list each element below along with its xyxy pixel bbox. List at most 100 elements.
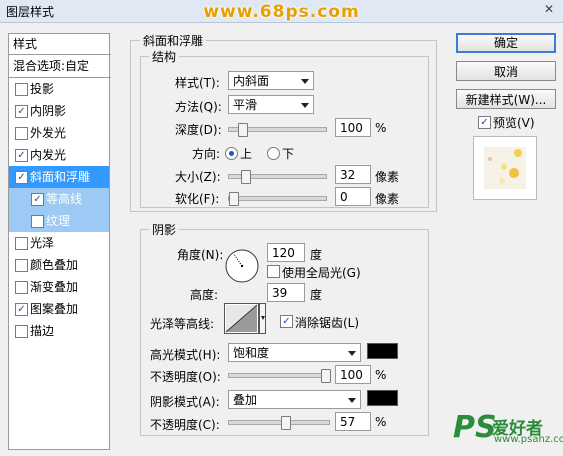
preview-label[interactable]: 预览(V) xyxy=(493,114,535,131)
shadow-opacity-input[interactable]: 57 xyxy=(335,412,371,431)
angle-dial[interactable] xyxy=(224,248,260,284)
depth-input[interactable]: 100 xyxy=(335,118,371,137)
style-item-10[interactable]: ✓ 图案叠加 xyxy=(9,298,109,320)
shadow-opacity-handle[interactable] xyxy=(281,416,291,430)
style-item-11[interactable]: 描边 xyxy=(9,320,109,342)
style-item-label: 外发光 xyxy=(30,126,67,140)
style-item-checkbox[interactable]: ✓ xyxy=(15,171,28,184)
style-item-label: 渐变叠加 xyxy=(30,280,79,294)
size-slider[interactable] xyxy=(228,170,327,184)
style-list-header[interactable]: 样式 xyxy=(9,34,111,55)
style-item-2[interactable]: 外发光 xyxy=(9,122,109,144)
title-bar: 图层样式 www.68ps.com ✕ xyxy=(0,0,563,23)
chevron-down-icon xyxy=(348,351,356,356)
shadow-opacity-unit: % xyxy=(375,415,387,429)
method-select[interactable]: 平滑 xyxy=(228,95,314,114)
shadow-mode-select[interactable]: 叠加 xyxy=(228,390,361,409)
gloss-contour-picker[interactable] xyxy=(224,303,266,334)
chevron-down-icon xyxy=(348,398,356,403)
style-item-checkbox[interactable] xyxy=(15,83,28,96)
style-select[interactable]: 内斜面 xyxy=(228,71,314,90)
blend-options-item[interactable]: 混合选项:自定 xyxy=(9,55,111,78)
highlight-mode-select[interactable]: 饱和度 xyxy=(228,343,361,362)
style-item-label: 描边 xyxy=(30,324,55,338)
style-item-1[interactable]: ✓ 内阴影 xyxy=(9,100,109,122)
style-item-checkbox[interactable]: ✓ xyxy=(31,193,44,206)
soften-input[interactable]: 0 xyxy=(335,187,371,206)
soften-slider-handle[interactable] xyxy=(229,192,239,206)
style-item-8[interactable]: 颜色叠加 xyxy=(9,254,109,276)
style-item-checkbox[interactable]: ✓ xyxy=(15,105,28,118)
new-style-button[interactable]: 新建样式(W)... xyxy=(456,89,556,109)
style-item-checkbox[interactable]: ✓ xyxy=(15,303,28,316)
style-item-7[interactable]: 光泽 xyxy=(9,232,109,254)
depth-slider-handle[interactable] xyxy=(238,123,248,137)
direction-up-radio[interactable] xyxy=(225,147,238,160)
shadow-mode-value: 叠加 xyxy=(233,393,258,407)
style-item-checkbox[interactable] xyxy=(15,325,28,338)
ok-button[interactable]: 确定 xyxy=(456,33,556,53)
size-slider-handle[interactable] xyxy=(241,170,251,184)
preview-checkbox[interactable]: ✓ xyxy=(478,116,491,129)
style-select-value: 内斜面 xyxy=(233,74,270,88)
preview-image xyxy=(484,147,526,189)
antialias-checkbox[interactable]: ✓ xyxy=(280,315,293,328)
size-input[interactable]: 32 xyxy=(335,165,371,184)
style-item-label: 内发光 xyxy=(30,148,67,162)
watermark-text: www.68ps.com xyxy=(203,2,360,22)
style-item-6[interactable]: 纹理 xyxy=(9,210,109,232)
style-item-4[interactable]: ✓ 斜面和浮雕 xyxy=(9,166,109,188)
global-light-label[interactable]: 使用全局光(G) xyxy=(282,264,361,281)
style-item-checkbox[interactable] xyxy=(31,215,44,228)
global-light-checkbox[interactable] xyxy=(267,265,280,278)
style-item-0[interactable]: 投影 xyxy=(9,78,109,100)
style-item-checkbox[interactable] xyxy=(15,281,28,294)
site-url: www.psahz.com xyxy=(494,434,563,445)
highlight-mode-value: 饱和度 xyxy=(233,346,270,360)
gloss-contour-label: 光泽等高线: xyxy=(150,317,215,331)
style-item-label: 纹理 xyxy=(46,214,71,228)
altitude-input[interactable]: 39 xyxy=(267,283,305,302)
chevron-down-icon xyxy=(301,79,309,84)
highlight-opacity-input[interactable]: 100 xyxy=(335,365,371,384)
style-item-3[interactable]: ✓ 内发光 xyxy=(9,144,109,166)
shadow-opacity-slider[interactable] xyxy=(228,416,330,430)
style-item-checkbox[interactable] xyxy=(15,259,28,272)
shadow-color-swatch[interactable] xyxy=(367,390,398,406)
chevron-down-icon xyxy=(301,103,309,108)
style-item-label: 投影 xyxy=(30,82,55,96)
preview-thumbnail xyxy=(473,136,537,200)
style-item-label: 内阴影 xyxy=(30,104,67,118)
highlight-opacity-slider[interactable] xyxy=(228,369,331,383)
cancel-button[interactable]: 取消 xyxy=(456,61,556,81)
style-item-9[interactable]: 渐变叠加 xyxy=(9,276,109,298)
highlight-mode-label: 高光模式(H): xyxy=(150,348,221,362)
highlight-opacity-handle[interactable] xyxy=(321,369,331,383)
soften-label: 软化(F): xyxy=(175,192,220,206)
depth-slider[interactable] xyxy=(228,123,327,137)
direction-down-label[interactable]: 下 xyxy=(282,145,294,162)
ps-logo: PS xyxy=(453,410,497,445)
soften-slider[interactable] xyxy=(228,192,327,206)
style-item-checkbox[interactable]: ✓ xyxy=(15,149,28,162)
direction-label: 方向: xyxy=(192,147,221,161)
direction-down-radio[interactable] xyxy=(267,147,280,160)
altitude-unit: 度 xyxy=(310,288,323,302)
angle-unit: 度 xyxy=(310,248,323,262)
shading-title: 阴影 xyxy=(149,221,180,238)
antialias-label[interactable]: 消除锯齿(L) xyxy=(295,314,359,331)
depth-unit: % xyxy=(375,121,387,135)
style-list: 样式 混合选项:自定 投影 ✓ 内阴影 外发光 ✓ 内发光 ✓ 斜面和浮雕 ✓ 等高线 纹理 光泽 颜色… xyxy=(8,33,111,450)
size-label: 大小(Z): xyxy=(175,170,221,184)
angle-input[interactable]: 120 xyxy=(267,243,305,262)
altitude-label: 高度: xyxy=(190,288,219,302)
style-item-checkbox[interactable] xyxy=(15,127,28,140)
style-item-5[interactable]: ✓ 等高线 xyxy=(9,188,109,210)
style-item-checkbox[interactable] xyxy=(15,237,28,250)
method-label: 方法(Q): xyxy=(175,100,222,114)
highlight-color-swatch[interactable] xyxy=(367,343,398,359)
close-icon[interactable]: ✕ xyxy=(541,2,557,17)
bevel-emboss-title: 斜面和浮雕 xyxy=(140,32,207,49)
style-item-label: 等高线 xyxy=(46,192,83,206)
direction-up-label[interactable]: 上 xyxy=(240,145,252,162)
